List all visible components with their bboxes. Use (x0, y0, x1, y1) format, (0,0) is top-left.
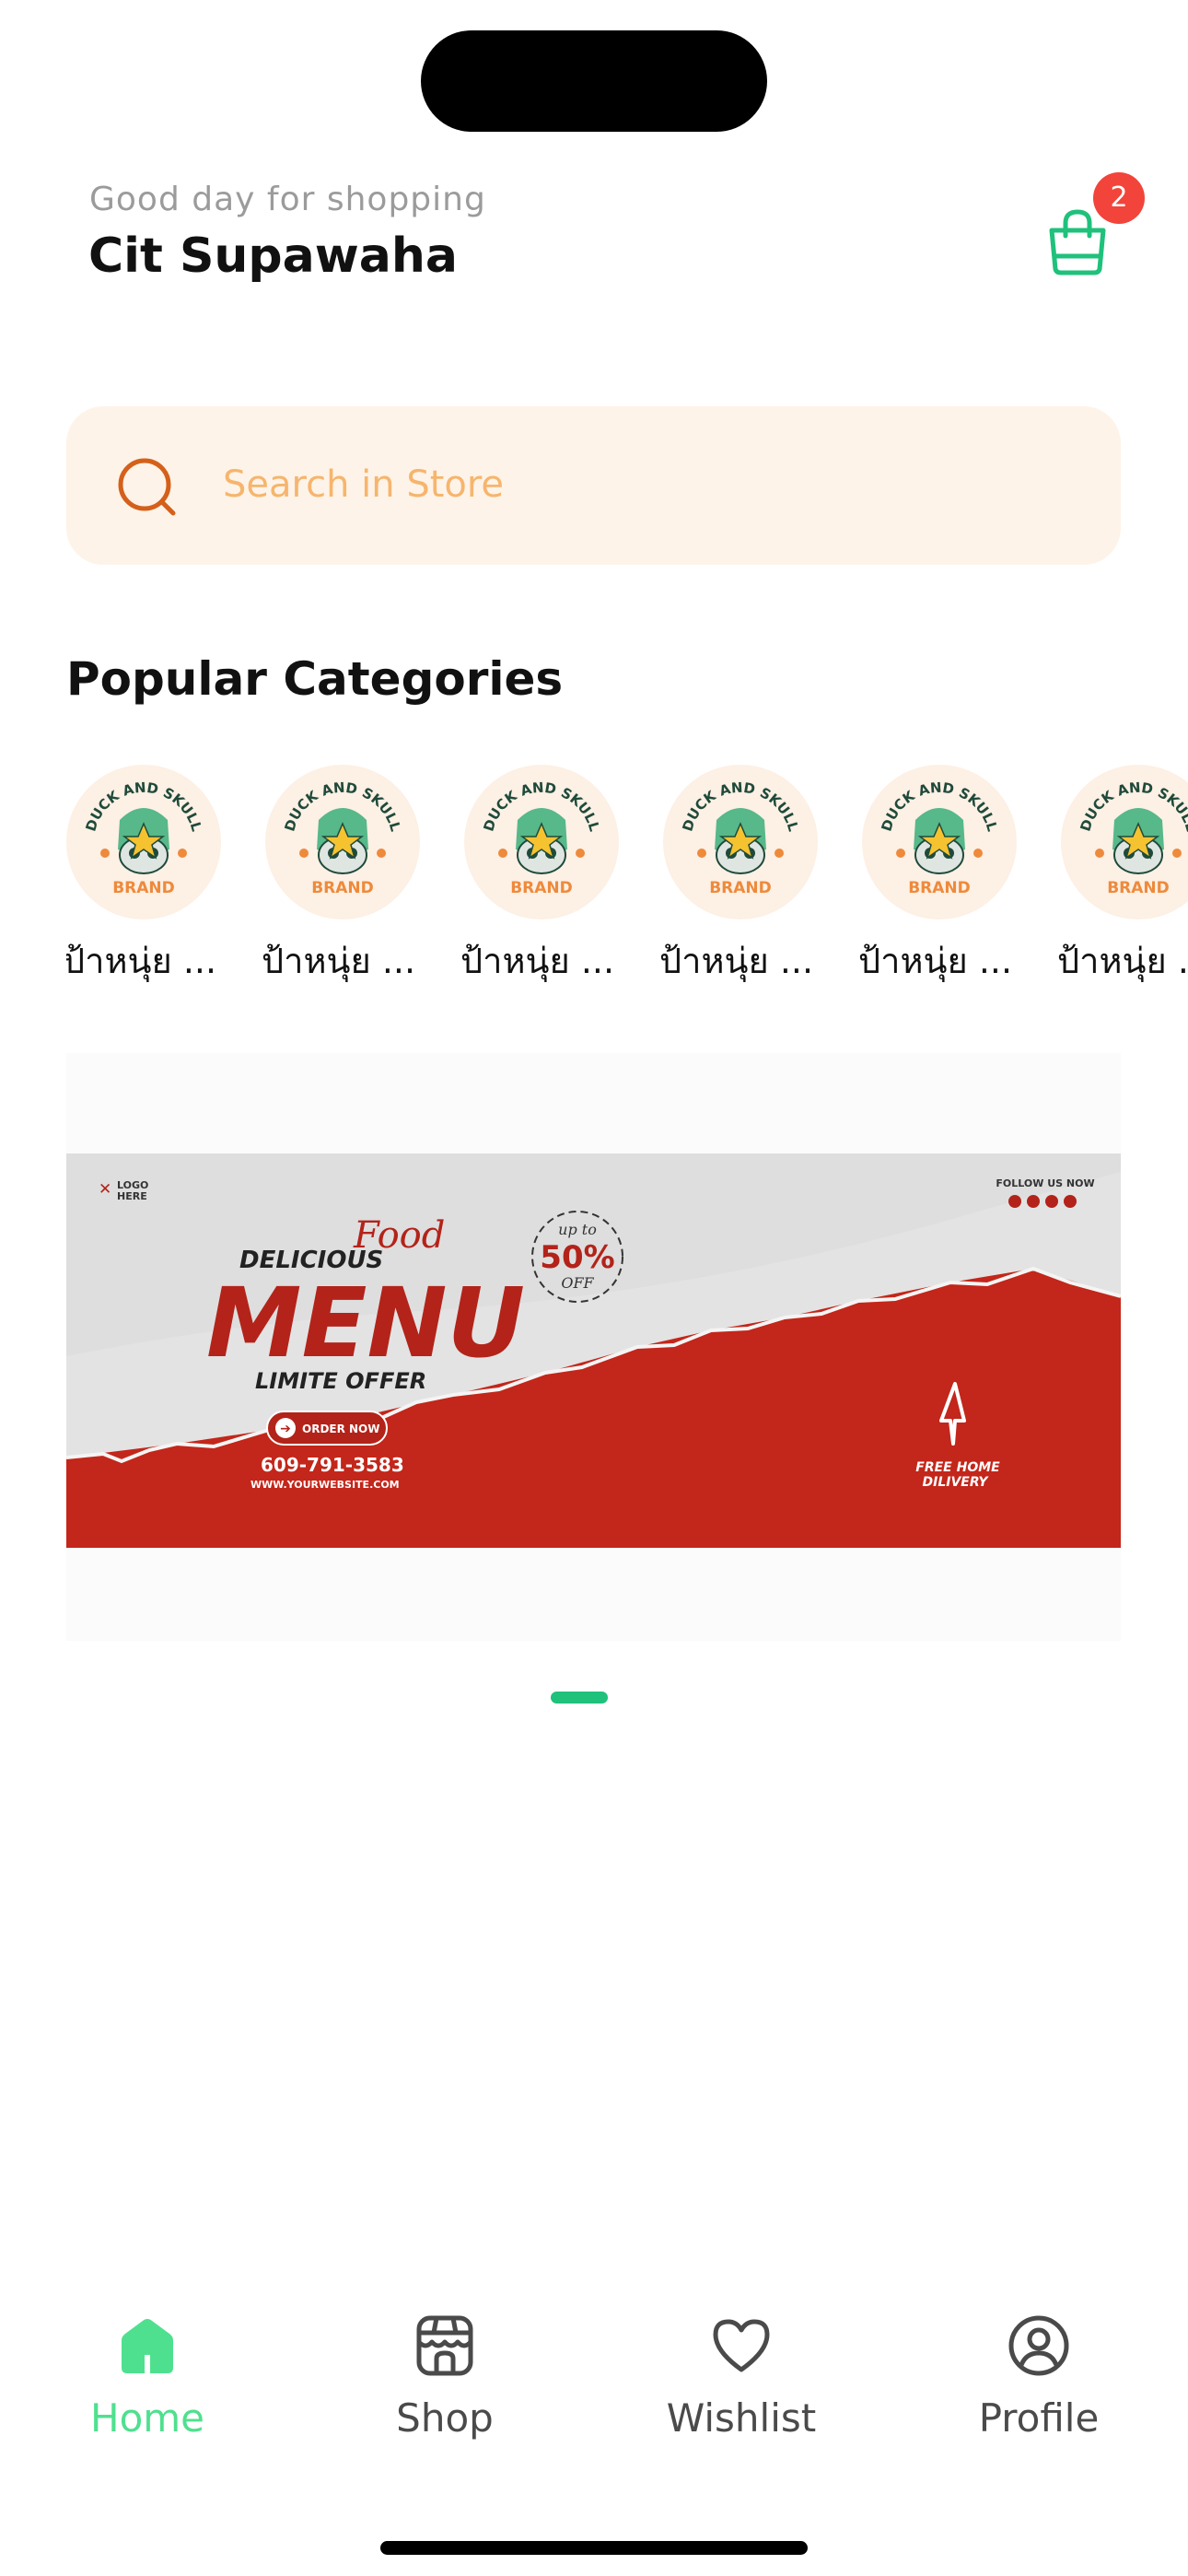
svg-text:up to: up to (558, 1221, 597, 1238)
svg-text:✕: ✕ (99, 1180, 111, 1199)
search-input[interactable] (223, 452, 1052, 517)
svg-text:OFF: OFF (561, 1274, 594, 1292)
category-logo: DUCK AND SKULL BRAND (663, 765, 818, 919)
svg-text:HERE: HERE (117, 1190, 147, 1202)
category-logo: DUCK AND SKULL BRAND (1061, 765, 1188, 919)
svg-text:FREE HOME: FREE HOME (915, 1460, 1000, 1475)
category-item[interactable]: DUCK AND SKULL BRAND ป้าหนุ่ย ... (659, 765, 818, 989)
svg-text:BRAND: BRAND (112, 879, 175, 897)
category-item[interactable]: DUCK AND SKULL BRAND ป้าหนุ่ย ... (460, 765, 619, 989)
svg-text:BRAND: BRAND (311, 879, 374, 897)
category-label: ป้าหนุ่ย ... (1057, 941, 1188, 981)
category-item[interactable]: DUCK AND SKULL BRAND ป้าหนุ่ย ... (858, 765, 1017, 989)
svg-text:LIMITE OFFER: LIMITE OFFER (255, 1368, 426, 1394)
svg-text:ORDER NOW: ORDER NOW (302, 1423, 380, 1435)
nav-item-home[interactable]: Home (28, 2313, 267, 2441)
search-bar[interactable] (66, 406, 1121, 565)
category-label: ป้าหนุ่ย ... (460, 941, 615, 981)
category-item[interactable]: DUCK AND SKULL BRAND ป้าหนุ่ย ... (262, 765, 420, 989)
svg-text:➔: ➔ (280, 1422, 291, 1436)
category-label: ป้าหนุ่ย ... (659, 941, 814, 981)
cart-count-badge: 2 (1093, 172, 1145, 224)
svg-text:Food: Food (353, 1214, 445, 1257)
svg-text:BRAND: BRAND (908, 879, 971, 897)
svg-text:50%: 50% (540, 1239, 614, 1276)
svg-text:BRAND: BRAND (709, 879, 772, 897)
greeting-text: Good day for shopping (89, 181, 486, 218)
promo-banner[interactable]: ✕ LOGO HERE DELICIOUS Food MENU LIMITE O… (66, 1153, 1121, 1548)
svg-text:MENU: MENU (206, 1267, 525, 1379)
nav-label: Home (89, 2395, 205, 2441)
profile-icon (1008, 2315, 1069, 2376)
section-title-popular-categories: Popular Categories (66, 652, 564, 706)
heart-icon (713, 2319, 770, 2372)
nav-label: Wishlist (666, 2395, 817, 2441)
duck-skull-logo-icon: DUCK AND SKULL BRAND (281, 779, 403, 897)
nav-item-profile[interactable]: Profile (919, 2313, 1159, 2441)
home-indicator (380, 2541, 808, 2555)
carousel-indicator-active[interactable] (551, 1692, 608, 1704)
nav-label: Shop (396, 2395, 494, 2441)
user-name: Cit Supawaha (88, 228, 458, 284)
home-icon (122, 2319, 173, 2373)
category-logo: DUCK AND SKULL BRAND (862, 765, 1017, 919)
duck-skull-logo-icon: DUCK AND SKULL BRAND (82, 779, 204, 897)
category-logo: DUCK AND SKULL BRAND (265, 765, 420, 919)
duck-skull-logo-icon: DUCK AND SKULL BRAND (679, 779, 801, 897)
shop-icon (416, 2315, 473, 2376)
search-icon (118, 458, 176, 516)
duck-skull-logo-icon: DUCK AND SKULL BRAND (480, 779, 602, 897)
category-label: ป้าหนุ่ย ... (858, 941, 1013, 981)
category-item[interactable]: DUCK AND SKULL BRAND ป้าหนุ่ย ... (66, 765, 221, 989)
svg-text:BRAND: BRAND (510, 879, 573, 897)
category-label: ป้าหนุ่ย ... (66, 941, 217, 981)
category-label: ป้าหนุ่ย ... (262, 941, 416, 981)
duck-skull-logo-icon: DUCK AND SKULL BRAND (1077, 779, 1188, 897)
promo-banner-image: ✕ LOGO HERE DELICIOUS Food MENU LIMITE O… (66, 1153, 1121, 1548)
nav-label: Profile (978, 2395, 1100, 2441)
nav-item-shop[interactable]: Shop (325, 2313, 565, 2441)
svg-text:609-791-3583: 609-791-3583 (261, 1454, 404, 1476)
svg-text:BRAND: BRAND (1107, 879, 1170, 897)
svg-text:DILIVERY: DILIVERY (923, 1475, 990, 1490)
category-logo: DUCK AND SKULL BRAND (464, 765, 619, 919)
duck-skull-logo-icon: DUCK AND SKULL BRAND (878, 779, 1000, 897)
category-list: DUCK AND SKULL BRAND ป้าหนุ่ย ... DUCK A… (66, 765, 1188, 995)
category-logo: DUCK AND SKULL BRAND (66, 765, 221, 919)
dynamic-island (421, 30, 767, 132)
category-item[interactable]: DUCK AND SKULL BRAND ป้าหนุ่ย ... (1057, 765, 1188, 989)
nav-item-wishlist[interactable]: Wishlist (622, 2313, 861, 2441)
svg-text:WWW.YOURWEBSITE.COM: WWW.YOURWEBSITE.COM (250, 1479, 400, 1491)
svg-text:FOLLOW US NOW: FOLLOW US NOW (996, 1177, 1094, 1189)
